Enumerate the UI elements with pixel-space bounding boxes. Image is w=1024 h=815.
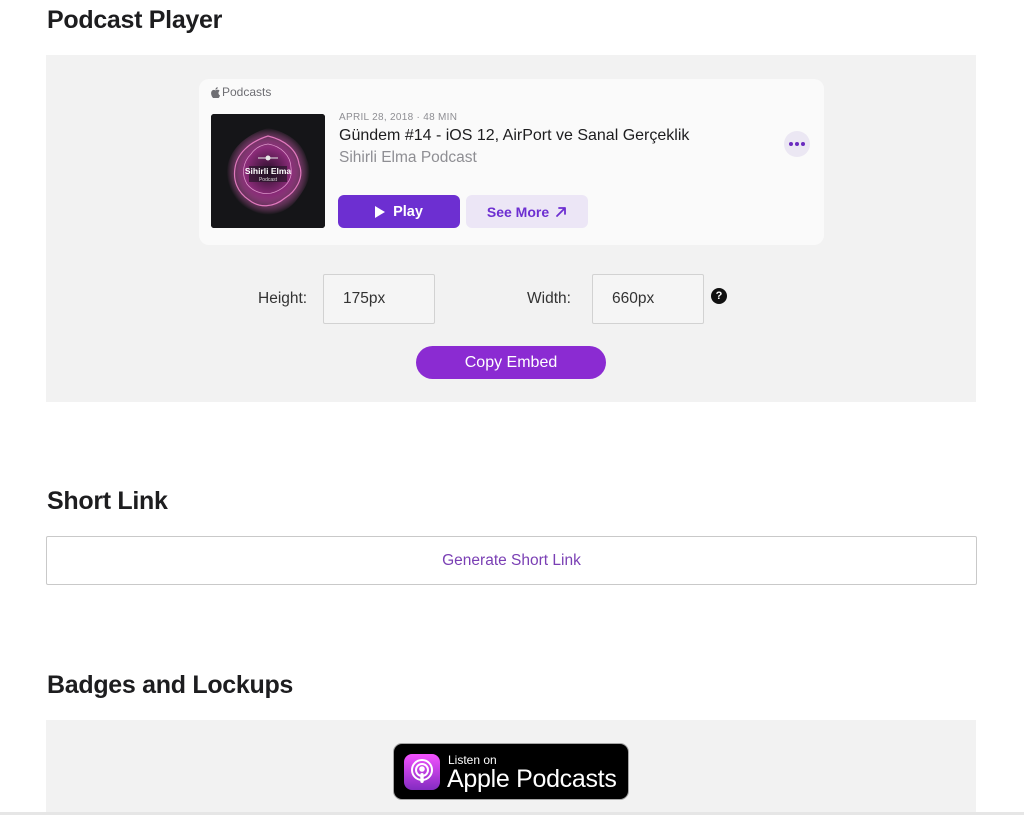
height-input[interactable] — [323, 274, 435, 324]
episode-title[interactable]: Gündem #14 - iOS 12, AirPort ve Sanal Ge… — [339, 127, 689, 145]
short-link-title: Short Link — [47, 487, 168, 515]
more-options-button[interactable] — [784, 131, 810, 157]
help-icon[interactable]: ? — [711, 288, 727, 304]
podcast-waves-icon — [411, 759, 433, 783]
more-icon — [789, 142, 793, 146]
artwork-image: Sihirli Elma Podcast — [211, 114, 325, 228]
play-icon — [375, 205, 386, 218]
artwork-subtitle-text: Podcast — [259, 177, 278, 183]
see-more-label: See More — [486, 203, 550, 220]
apple-logo-icon — [211, 86, 220, 98]
height-label: Height: — [258, 290, 308, 307]
badges-title: Badges and Lockups — [47, 671, 294, 699]
podcast-artwork[interactable]: Sihirli Elma Podcast — [211, 114, 325, 228]
width-label: Width: — [527, 290, 571, 307]
arrow-up-right-icon — [556, 206, 567, 217]
play-label: Play — [393, 203, 423, 220]
podcasts-app-icon — [404, 754, 440, 790]
podcast-embed-card: Podcasts Sihirli Elma Podcast APRIL 28, … — [199, 79, 824, 245]
more-icon-dot — [795, 142, 799, 146]
apple-podcasts-badge[interactable]: Listen on Apple Podcasts — [393, 743, 629, 800]
artwork-title-text: Sihirli Elma — [245, 166, 292, 176]
episode-date-duration: APRIL 28, 2018 · 48 MIN — [339, 112, 458, 123]
show-name[interactable]: Sihirli Elma Podcast — [339, 149, 477, 167]
badge-big-text: Apple Podcasts — [447, 765, 617, 793]
play-button[interactable]: Play — [338, 195, 460, 228]
brand-label: Podcasts — [222, 85, 272, 99]
copy-embed-button[interactable]: Copy Embed — [416, 346, 606, 379]
see-more-button[interactable]: See More — [466, 195, 588, 228]
more-icon-dot — [801, 142, 805, 146]
generate-short-link-button[interactable]: Generate Short Link — [46, 536, 977, 585]
podcasts-brand: Podcasts — [211, 85, 271, 99]
width-input[interactable] — [592, 274, 704, 324]
podcast-player-title: Podcast Player — [47, 6, 223, 34]
